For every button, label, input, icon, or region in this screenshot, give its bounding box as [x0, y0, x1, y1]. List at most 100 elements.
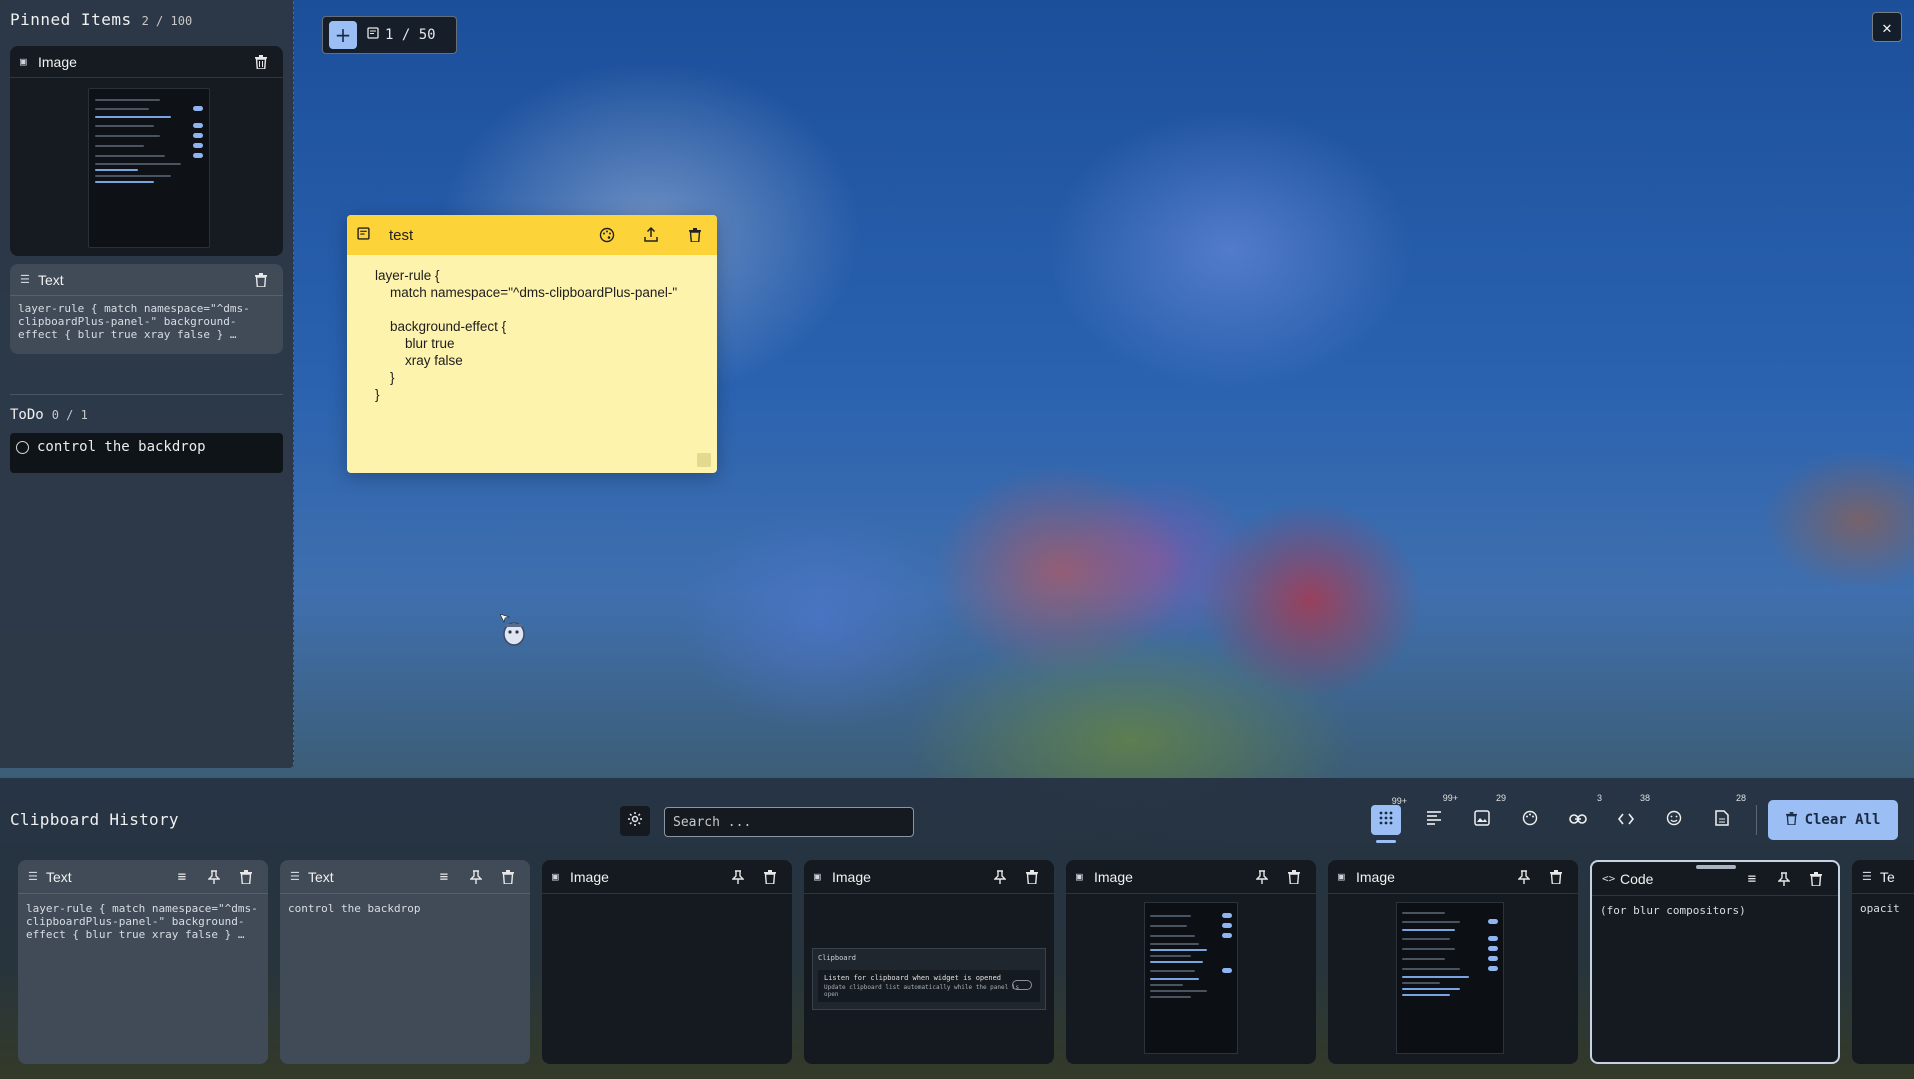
- todo-checkbox[interactable]: [16, 441, 29, 454]
- palette-icon: [1522, 810, 1538, 831]
- delete-icon[interactable]: [1804, 867, 1828, 891]
- delete-icon[interactable]: [1282, 865, 1306, 889]
- thumbnail-title: Clipboard: [818, 954, 856, 962]
- close-icon: ✕: [1882, 17, 1892, 37]
- note-count-text: 1 / 50: [385, 27, 436, 43]
- card-type-label: Image: [832, 868, 871, 885]
- note-body[interactable]: layer-rule { match namespace="^dms-clipb…: [347, 255, 717, 415]
- delete-icon[interactable]: [234, 865, 258, 889]
- delete-icon[interactable]: [1020, 865, 1044, 889]
- history-card-image[interactable]: ▣ Image Clipboard Listen for clipboard w…: [804, 860, 1054, 1064]
- drag-handle[interactable]: [1696, 865, 1736, 869]
- history-card-text[interactable]: ☰ Text ≡ layer-rule { match namespace="^…: [18, 860, 268, 1064]
- history-card-image[interactable]: ▣ Image: [1066, 860, 1316, 1064]
- tab-all[interactable]: 99+: [1371, 796, 1407, 843]
- delete-icon[interactable]: [758, 865, 782, 889]
- todo-title: ToDo: [10, 407, 44, 423]
- pinned-image-card[interactable]: ▣ Image: [10, 46, 283, 256]
- history-card-code[interactable]: <> Code ≡ (for blur compositors): [1590, 860, 1840, 1064]
- pin-icon[interactable]: [202, 865, 226, 889]
- delete-icon[interactable]: [683, 223, 707, 247]
- tab-badge: 38: [1639, 793, 1650, 803]
- delete-icon[interactable]: [249, 268, 273, 292]
- image-icon: ▣: [1076, 870, 1083, 883]
- pinned-panel: Pinned Items 2 / 100 ▣ Image ☰ Text laye…: [0, 0, 294, 768]
- cursor-icon: [499, 613, 526, 646]
- tab-file[interactable]: 28: [1704, 793, 1746, 838]
- note-icon: [357, 226, 371, 244]
- pin-icon[interactable]: [726, 865, 750, 889]
- history-card-text[interactable]: ☰ Te opacit: [1852, 860, 1914, 1064]
- thumbnail-sub-text: Update clipboard list automatically whil…: [824, 984, 1020, 998]
- clear-all-button[interactable]: Clear All: [1768, 800, 1898, 840]
- tab-emoji[interactable]: [1656, 802, 1692, 838]
- wrap-text-icon[interactable]: ≡: [1740, 867, 1764, 891]
- delete-icon[interactable]: [249, 50, 273, 74]
- tab-color[interactable]: [1512, 802, 1548, 838]
- pin-icon[interactable]: [988, 865, 1012, 889]
- thumbnail-main-text: Listen for clipboard when widget is open…: [824, 974, 1002, 982]
- image-thumbnail: [1396, 902, 1504, 1054]
- image-icon: ▣: [814, 870, 821, 883]
- pin-icon[interactable]: [1512, 865, 1536, 889]
- settings-button[interactable]: [620, 806, 650, 836]
- pinned-title: Pinned Items: [10, 10, 132, 29]
- code-icon: [1617, 810, 1635, 830]
- history-card-text[interactable]: ☰ Text ≡ control the backdrop: [280, 860, 530, 1064]
- history-card-image[interactable]: ▣ Image: [542, 860, 792, 1064]
- image-thumbnail: Clipboard Listen for clipboard when widg…: [812, 948, 1046, 1010]
- image-thumbnail: [88, 88, 210, 248]
- close-button[interactable]: ✕: [1872, 12, 1902, 42]
- pin-icon[interactable]: [1772, 867, 1796, 891]
- sticky-note[interactable]: test layer-rule { match namespace="^dms-…: [347, 215, 717, 473]
- pinned-count: 2 / 100: [141, 14, 193, 28]
- grid-icon: [1379, 810, 1393, 830]
- todo-header: ToDo 0 / 1: [10, 407, 283, 423]
- text-lines-icon: ☰: [28, 870, 38, 883]
- notes-toolbar: + 1 / 50: [322, 16, 457, 54]
- delete-icon[interactable]: [496, 865, 520, 889]
- tab-text[interactable]: 99+: [1416, 793, 1458, 838]
- card-type-label: Te: [1880, 868, 1895, 885]
- filter-tabs: 99+ 99+ 29 3 38 28: [1368, 793, 1761, 843]
- card-type-label: Text: [46, 868, 72, 885]
- add-note-button[interactable]: +: [329, 21, 357, 49]
- pinned-text-card[interactable]: ☰ Text layer-rule { match namespace="^dm…: [10, 264, 283, 354]
- delete-icon[interactable]: [1544, 865, 1568, 889]
- resize-handle[interactable]: [697, 453, 711, 467]
- note-title[interactable]: test: [389, 227, 575, 244]
- wrap-text-icon[interactable]: ≡: [432, 865, 456, 889]
- tab-link[interactable]: 3: [1560, 793, 1602, 838]
- search-input[interactable]: [664, 807, 914, 837]
- emoji-icon: [1666, 810, 1682, 831]
- card-code-preview: (for blur compositors): [1600, 904, 1746, 917]
- card-text-preview: control the backdrop: [288, 902, 421, 915]
- tab-code[interactable]: 38: [1608, 793, 1650, 838]
- history-title: Clipboard History: [10, 810, 179, 829]
- card-type-label: Image: [38, 53, 77, 70]
- text-lines-icon: ☰: [20, 273, 30, 286]
- file-icon: [1715, 809, 1729, 831]
- tab-badge: 99+: [1442, 793, 1458, 803]
- card-type-label: Text: [308, 868, 334, 885]
- clear-all-label: Clear All: [1804, 812, 1881, 828]
- todo-count: 0 / 1: [51, 408, 88, 422]
- palette-icon[interactable]: [595, 223, 619, 247]
- note-header[interactable]: test: [347, 215, 717, 255]
- gear-icon: [627, 811, 643, 831]
- tab-badge: 28: [1735, 793, 1746, 803]
- todo-item[interactable]: control the backdrop: [10, 433, 283, 473]
- history-card-image[interactable]: ▣ Image: [1328, 860, 1578, 1064]
- pin-icon[interactable]: [464, 865, 488, 889]
- trash-icon: [1785, 811, 1797, 829]
- wrap-text-icon[interactable]: ≡: [170, 865, 194, 889]
- tab-badge: 99+: [1391, 796, 1407, 806]
- tab-badge: 29: [1495, 793, 1506, 803]
- image-icon: ▣: [20, 55, 27, 68]
- link-icon: [1569, 810, 1587, 830]
- divider: [1756, 805, 1757, 835]
- pinned-header: Pinned Items 2 / 100: [10, 10, 283, 38]
- pin-icon[interactable]: [1250, 865, 1274, 889]
- export-icon[interactable]: [639, 223, 663, 247]
- tab-image[interactable]: 29: [1464, 793, 1506, 838]
